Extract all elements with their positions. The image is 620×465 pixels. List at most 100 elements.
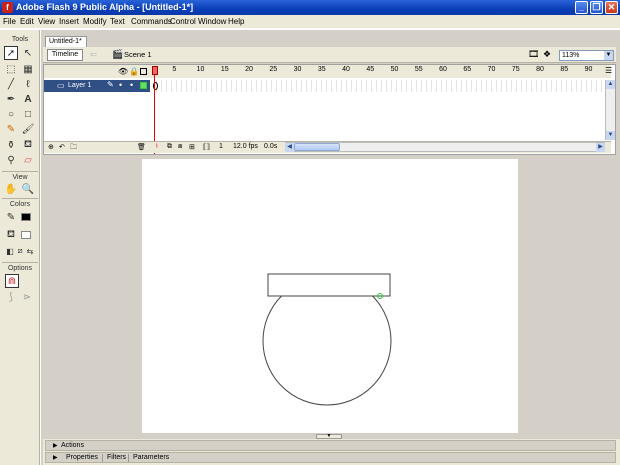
tab-divider <box>128 454 129 462</box>
timeline-button[interactable]: Timeline <box>47 49 83 61</box>
menu-help[interactable]: Help <box>228 15 244 28</box>
scroll-left-icon[interactable]: ◀ <box>285 143 294 152</box>
actions-label[interactable]: Actions <box>61 441 84 451</box>
menu-window[interactable]: Window <box>198 15 226 28</box>
menu-edit[interactable]: Edit <box>20 15 34 28</box>
menu-file[interactable]: File <box>3 15 16 28</box>
scroll-down-icon[interactable]: ▼ <box>606 131 615 140</box>
colors-divider <box>2 262 38 263</box>
frame-number: 30 <box>293 66 302 73</box>
free-transform-tool-icon[interactable]: ⬚ <box>4 62 18 76</box>
menu-modify[interactable]: Modify <box>83 15 107 28</box>
pen-tool-icon[interactable]: ✒ <box>4 92 18 106</box>
view-divider <box>2 198 38 199</box>
frame-cells[interactable] <box>152 80 604 92</box>
subselection-tool-icon[interactable]: ↖ <box>21 46 35 60</box>
menu-commands[interactable]: Commands <box>131 15 172 28</box>
window-title: Adobe Flash 9 Public Alpha - [Untitled-1… <box>16 2 194 12</box>
zoom-tool-icon[interactable]: 🔍 <box>21 182 35 196</box>
options-title: Options <box>7 265 33 272</box>
expand-arrow-icon[interactable]: ▶ <box>53 453 58 463</box>
edit-symbols-icon[interactable]: ❖ <box>543 49 551 60</box>
frame-number: 45 <box>366 66 375 73</box>
center-frame-icon[interactable]: ⍿ <box>156 143 158 151</box>
scroll-thumb[interactable] <box>294 143 340 151</box>
maximize-button[interactable]: ❐ <box>590 1 603 14</box>
scroll-up-icon[interactable]: ▲ <box>606 80 615 89</box>
oval-tool-icon[interactable]: ○ <box>4 107 18 121</box>
menu-insert[interactable]: Insert <box>59 15 79 28</box>
selection-tool-icon[interactable]: ➚ <box>4 46 18 60</box>
text-tool-icon[interactable]: A <box>21 92 35 106</box>
delete-layer-icon[interactable]: 🗑 <box>137 143 146 151</box>
snap-magnet-icon[interactable]: ⋒ <box>5 274 19 288</box>
show-hide-layers-icon[interactable]: 👁 <box>118 67 128 76</box>
title-bar: f Adobe Flash 9 Public Alpha - [Untitled… <box>0 0 620 15</box>
pencil-tool-icon[interactable]: ✎ <box>4 122 18 136</box>
swap-colors-icon[interactable]: ⇆ <box>23 244 37 258</box>
insert-folder-icon[interactable]: 🗀 <box>70 143 77 154</box>
lock-dot-icon[interactable]: • <box>130 80 133 90</box>
lasso-tool-icon[interactable]: ℓ <box>21 77 35 91</box>
line-tool-icon[interactable]: ╱ <box>4 77 18 91</box>
gradient-transform-tool-icon[interactable]: ▦ <box>21 62 35 76</box>
menu-text[interactable]: Text <box>110 15 125 28</box>
outline-color-icon[interactable] <box>140 82 147 89</box>
scene-label: Scene 1 <box>124 50 152 59</box>
rectangle-shape[interactable] <box>267 273 391 297</box>
edit-multiple-frames-icon[interactable]: ⊞ <box>189 143 195 151</box>
close-button[interactable]: ✕ <box>605 1 618 14</box>
filters-tab[interactable]: Filters <box>107 453 126 463</box>
hand-tool-icon[interactable]: ✋ <box>4 182 18 196</box>
scroll-right-icon[interactable]: ▶ <box>596 143 605 152</box>
onion-skin-outlines-icon[interactable]: ⧈ <box>178 143 182 151</box>
stroke-color-swatch[interactable] <box>21 213 31 221</box>
outline-layers-icon[interactable] <box>140 68 147 75</box>
smooth-icon[interactable]: ⟆ <box>4 290 18 304</box>
stroke-color-pencil-icon[interactable]: ✎ <box>4 210 18 224</box>
menu-control[interactable]: Control <box>170 15 196 28</box>
stage[interactable] <box>142 159 518 433</box>
straighten-icon[interactable]: ⋗ <box>20 290 34 304</box>
minimize-button[interactable]: _ <box>575 1 588 14</box>
add-motion-guide-icon[interactable]: ↶ <box>59 143 65 151</box>
timeline-vertical-scrollbar[interactable]: ▲ ▼ <box>605 80 615 140</box>
frame-number: 50 <box>390 66 399 73</box>
back-arrow-icon[interactable]: ⇦ <box>90 50 97 59</box>
properties-tab[interactable]: Properties <box>66 453 98 463</box>
properties-panel-bar[interactable]: ▶ Properties Filters Parameters <box>45 452 616 463</box>
ink-bottle-tool-icon[interactable]: ⚱ <box>4 138 18 152</box>
chevron-down-icon[interactable]: ▼ <box>604 51 613 60</box>
brush-tool-icon[interactable]: 🖌 <box>21 122 35 136</box>
parameters-tab[interactable]: Parameters <box>133 453 169 463</box>
insert-layer-icon[interactable]: ⊕ <box>48 143 54 151</box>
eyedropper-tool-icon[interactable]: ⚲ <box>4 153 18 167</box>
fill-color-swatch[interactable] <box>21 231 31 239</box>
timeline-options-icon[interactable]: ☰ <box>605 66 612 75</box>
frame-number: 40 <box>342 66 350 73</box>
tools-panel: Tools ➚ ↖ ⬚ ▦ ╱ ℓ ✒ A ○ □ ✎ 🖌 ⚱ ⛾ ⚲ ▱ Vi… <box>0 30 40 465</box>
paint-bucket-tool-icon[interactable]: ⛾ <box>21 138 35 152</box>
zoom-select[interactable]: 113% ▼ <box>559 50 614 61</box>
document-tab[interactable]: Untitled-1* <box>45 36 87 47</box>
lock-layers-icon[interactable]: 🔒 <box>129 67 139 76</box>
frame-number: 20 <box>245 66 253 73</box>
layer-name[interactable]: Layer 1 <box>68 80 91 92</box>
expand-arrow-icon[interactable]: ▶ <box>53 441 58 451</box>
visible-dot-icon[interactable]: • <box>119 80 122 90</box>
rectangle-tool-icon[interactable]: □ <box>21 107 35 121</box>
frame-number: 80 <box>536 66 544 73</box>
eraser-tool-icon[interactable]: ▱ <box>21 153 35 167</box>
current-frame: 1 <box>219 143 223 150</box>
actions-panel-bar[interactable]: ▶ Actions <box>45 440 616 451</box>
flash-app-icon[interactable]: f <box>2 2 13 13</box>
edit-scene-icon[interactable]: 🎞 <box>528 49 539 60</box>
frame-number: 65 <box>463 66 472 73</box>
modify-onion-markers-icon[interactable]: ⟦⟧ <box>203 143 210 151</box>
fill-color-bucket-icon[interactable]: ⛾ <box>4 228 18 242</box>
menu-view[interactable]: View <box>38 15 55 28</box>
frame-number: 85 <box>560 66 569 73</box>
onion-skin-icon[interactable]: ⧉ <box>167 143 172 151</box>
playhead[interactable] <box>152 66 158 75</box>
elapsed-time: 0.0s <box>264 143 278 150</box>
